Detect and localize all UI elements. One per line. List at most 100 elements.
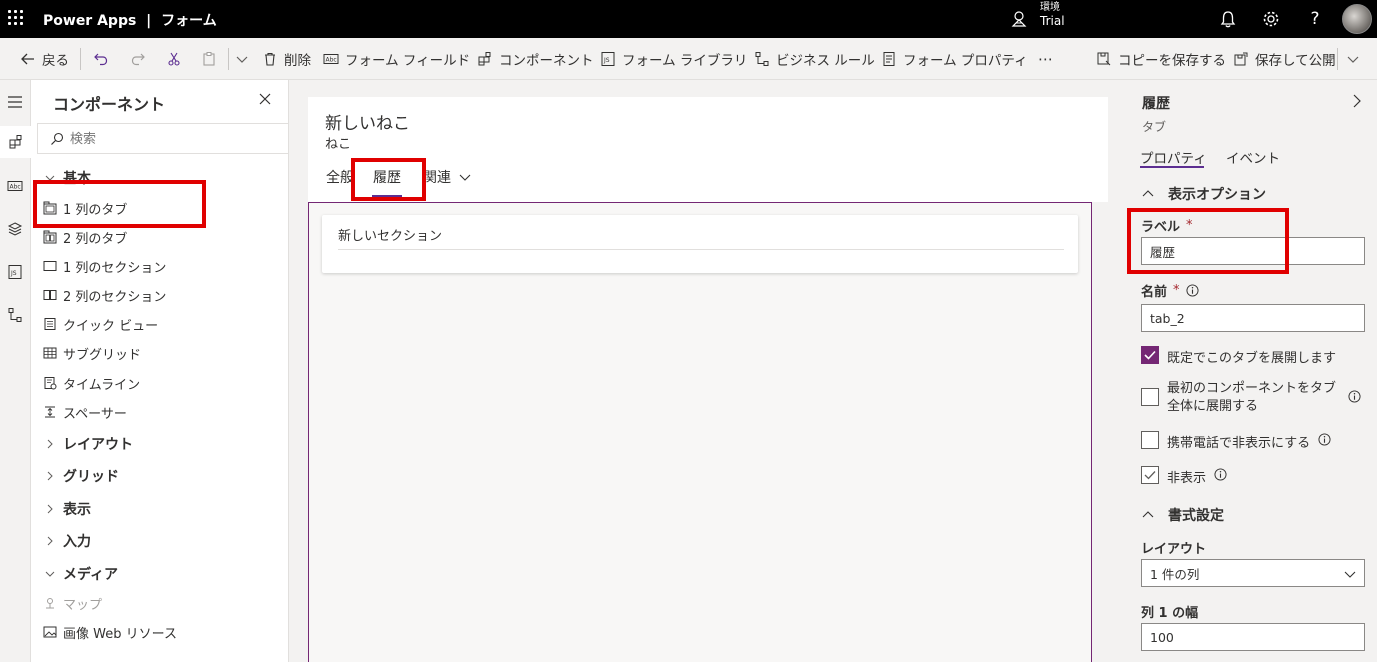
checkbox-unchecked[interactable] xyxy=(1141,431,1159,449)
component-map[interactable]: マップ xyxy=(43,593,102,613)
component-quick-view[interactable]: クイック ビュー xyxy=(43,314,158,334)
form-fields-label: フォーム フィールド xyxy=(345,53,471,69)
rail-flow-icon[interactable] xyxy=(5,305,25,325)
form-header-card: 新しいねこ ねこ 全般 履歴 関連 xyxy=(308,97,1108,202)
help-icon[interactable]: ? xyxy=(1305,9,1325,29)
display-options-header[interactable]: 表示オプション xyxy=(1142,184,1266,204)
label-field-label: ラベル * xyxy=(1141,216,1193,235)
hidden-checkbox[interactable]: 非表示 xyxy=(1141,466,1227,486)
form-properties-button[interactable]: フォーム プロパティ xyxy=(881,38,1028,80)
group-layout[interactable]: レイアウト xyxy=(45,434,133,454)
checkbox-checked[interactable] xyxy=(1141,346,1159,364)
redo-button[interactable] xyxy=(130,38,146,80)
paste-button[interactable] xyxy=(201,38,217,80)
component-one-column-section[interactable]: 1 列のセクション xyxy=(43,256,166,276)
search-box[interactable] xyxy=(37,123,289,154)
cut-button[interactable] xyxy=(166,38,182,80)
field-label-text: 名前 xyxy=(1141,285,1168,300)
save-publish-button[interactable]: 保存して公開 xyxy=(1233,38,1336,80)
layout-select[interactable]: 1 件の列 xyxy=(1141,559,1365,587)
component-two-column-tab[interactable]: 2 列のタブ xyxy=(43,227,127,247)
group-basic[interactable]: 基本 xyxy=(45,168,91,188)
section-icon xyxy=(43,261,57,271)
checkbox-unchecked[interactable] xyxy=(1141,388,1159,406)
info-icon[interactable] xyxy=(1185,284,1199,297)
form-libraries-button[interactable]: JS フォーム ライブラリ xyxy=(600,38,747,80)
rail-fields-icon[interactable]: Abc xyxy=(5,176,25,196)
tab-properties[interactable]: プロパティ xyxy=(1140,147,1207,167)
component-subgrid[interactable]: サブグリッド xyxy=(43,343,141,363)
label-input[interactable] xyxy=(1141,237,1365,265)
column-width-label: 列 1 の幅 xyxy=(1141,606,1199,621)
component-two-column-section[interactable]: 2 列のセクション xyxy=(43,285,166,305)
checkbox-label-line2: 全体に展開する xyxy=(1167,399,1259,414)
environment-value[interactable]: Trial xyxy=(1040,14,1065,28)
column-width-input[interactable] xyxy=(1141,623,1365,651)
svg-text:Abc: Abc xyxy=(326,57,337,64)
section-card[interactable]: 新しいセクション xyxy=(322,215,1078,273)
components-button[interactable]: コンポーネント xyxy=(477,38,594,80)
business-rules-button[interactable]: ビジネス ルール xyxy=(754,38,875,80)
chevron-down-icon xyxy=(45,571,55,577)
hide-on-phone-checkbox[interactable]: 携帯電話で非表示にする xyxy=(1141,431,1331,451)
rail-layers-icon[interactable] xyxy=(5,219,25,239)
form-title: 新しいねこ xyxy=(325,114,410,134)
tab-general[interactable]: 全般 xyxy=(326,167,354,187)
component-label: スペーサー xyxy=(63,406,127,422)
group-input[interactable]: 入力 xyxy=(45,531,91,551)
chevron-right-icon xyxy=(47,504,53,514)
group-display[interactable]: 表示 xyxy=(45,499,91,519)
close-icon[interactable] xyxy=(258,92,272,106)
form-fields-button[interactable]: Abc フォーム フィールド xyxy=(323,38,470,80)
expand-first-component-checkbox[interactable]: 最初のコンポーネントをタブ 全体に展開する xyxy=(1141,380,1361,416)
save-options-dropdown[interactable] xyxy=(1345,38,1361,80)
tab-body[interactable]: 新しいセクション xyxy=(308,202,1092,662)
save-copy-button[interactable]: コピーを保存する xyxy=(1096,38,1226,80)
timeline-icon xyxy=(44,377,57,390)
info-icon[interactable] xyxy=(1348,390,1361,403)
hamburger-icon[interactable] xyxy=(5,92,25,112)
component-timeline[interactable]: タイムライン xyxy=(43,373,140,393)
info-icon[interactable] xyxy=(1214,468,1227,481)
name-input[interactable] xyxy=(1141,304,1365,332)
more-commands-button[interactable]: ⋯ xyxy=(1038,38,1053,80)
expand-default-checkbox[interactable]: 既定でこのタブを展開します xyxy=(1141,346,1336,366)
separator xyxy=(1337,48,1338,70)
group-media[interactable]: メディア xyxy=(45,564,118,584)
delete-button[interactable]: 削除 xyxy=(262,38,311,80)
gear-icon[interactable] xyxy=(1261,9,1281,29)
scissors-icon xyxy=(166,51,182,67)
tab-history[interactable]: 履歴 xyxy=(373,167,401,187)
section-label: 書式設定 xyxy=(1168,508,1224,524)
rail-components-icon[interactable] xyxy=(0,126,31,158)
chevron-down-icon xyxy=(234,51,250,67)
business-rules-label: ビジネス ルール xyxy=(776,53,875,69)
checkbox-checked[interactable] xyxy=(1141,466,1159,484)
component-image-web-resource[interactable]: 画像 Web リソース xyxy=(43,622,177,642)
active-tab-indicator xyxy=(372,195,402,197)
component-one-column-tab[interactable]: 1 列のタブ xyxy=(43,198,127,218)
form-libraries-label: フォーム ライブラリ xyxy=(622,53,748,69)
group-label: メディア xyxy=(63,567,119,583)
properties-panel: 履歴 タブ プロパティ イベント 表示オプション ラベル * 名前 * 既定でこ… xyxy=(1126,80,1377,662)
formatting-header[interactable]: 書式設定 xyxy=(1142,505,1224,525)
tab-related[interactable]: 関連 xyxy=(423,167,471,187)
group-label: 入力 xyxy=(63,534,91,550)
component-spacer[interactable]: スペーサー xyxy=(43,402,127,422)
chevron-right-icon[interactable] xyxy=(1350,94,1364,108)
bell-icon[interactable] xyxy=(1218,9,1238,29)
undo-button[interactable] xyxy=(93,38,109,80)
search-input[interactable] xyxy=(70,128,270,150)
avatar[interactable] xyxy=(1342,4,1372,34)
components-label: コンポーネント xyxy=(499,53,594,69)
info-icon[interactable] xyxy=(1318,433,1331,446)
group-grid[interactable]: グリッド xyxy=(45,466,119,486)
rail-js-icon[interactable]: JS xyxy=(5,262,25,282)
back-button[interactable]: 戻る xyxy=(20,38,69,80)
component-label: 画像 Web リソース xyxy=(63,626,177,642)
more-undo-dropdown[interactable] xyxy=(234,38,250,80)
document-icon xyxy=(881,51,897,67)
svg-text:JS: JS xyxy=(10,270,17,277)
tab-events[interactable]: イベント xyxy=(1226,147,1280,167)
app-launcher-icon[interactable] xyxy=(8,10,24,26)
